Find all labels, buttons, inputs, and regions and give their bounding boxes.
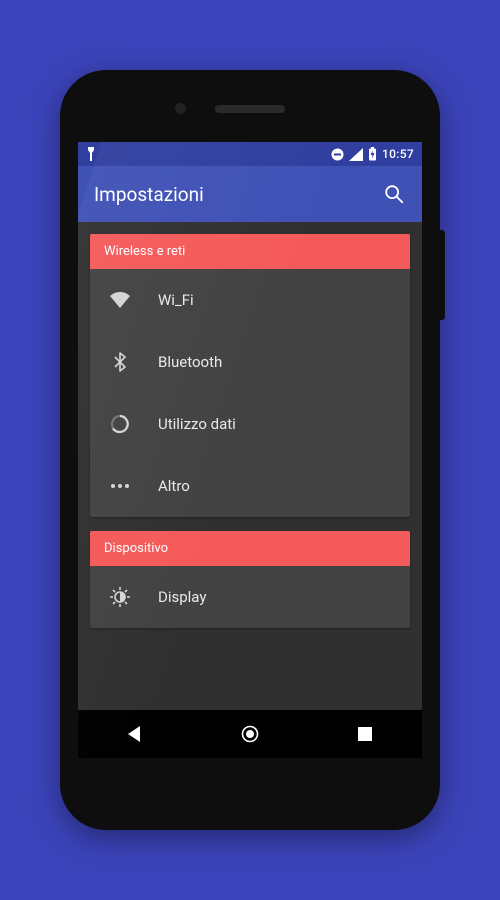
- dnd-icon: [331, 148, 344, 161]
- settings-item-wifi[interactable]: Wi_Fi: [90, 269, 410, 331]
- settings-item-label: Utilizzo dati: [158, 415, 394, 433]
- section-device: Dispositivo: [90, 531, 410, 628]
- phone-camera: [175, 103, 186, 114]
- settings-item-display[interactable]: Display: [90, 566, 410, 628]
- settings-item-more[interactable]: Altro: [90, 455, 410, 517]
- phone-speaker: [215, 105, 285, 113]
- wifi-icon: [106, 292, 134, 308]
- home-icon: [241, 725, 259, 743]
- back-icon: [126, 725, 144, 743]
- screen: 10:57 Impostazioni Wireless e reti: [78, 142, 422, 758]
- signal-icon: [349, 148, 363, 161]
- status-clock: 10:57: [382, 147, 414, 161]
- display-icon: [106, 587, 134, 607]
- app-bar: Impostazioni: [78, 166, 422, 222]
- data-usage-icon: [106, 414, 134, 434]
- section-wireless: Wireless e reti Wi_Fi Bluetooth: [90, 234, 410, 517]
- section-header-wireless: Wireless e reti: [90, 234, 410, 269]
- android-nav-bar: [78, 710, 422, 758]
- settings-item-label: Wi_Fi: [158, 291, 394, 309]
- settings-item-bluetooth[interactable]: Bluetooth: [90, 331, 410, 393]
- settings-item-label: Altro: [158, 477, 394, 495]
- flashlight-icon: [86, 147, 96, 161]
- recent-icon: [357, 726, 373, 742]
- phone-frame: 10:57 Impostazioni Wireless e reti: [60, 70, 440, 830]
- search-icon: [383, 183, 405, 205]
- nav-recent-button[interactable]: [355, 724, 375, 744]
- status-bar: 10:57: [78, 142, 422, 166]
- settings-item-label: Display: [158, 588, 394, 606]
- settings-content: Wireless e reti Wi_Fi Bluetooth: [78, 222, 422, 710]
- settings-item-label: Bluetooth: [158, 353, 394, 371]
- search-button[interactable]: [382, 182, 406, 206]
- nav-home-button[interactable]: [240, 724, 260, 744]
- bluetooth-icon: [106, 352, 134, 372]
- page-title: Impostazioni: [94, 183, 204, 206]
- section-header-device: Dispositivo: [90, 531, 410, 566]
- battery-charging-icon: [368, 147, 377, 161]
- nav-back-button[interactable]: [125, 724, 145, 744]
- more-icon: [106, 483, 134, 489]
- settings-item-data-usage[interactable]: Utilizzo dati: [90, 393, 410, 455]
